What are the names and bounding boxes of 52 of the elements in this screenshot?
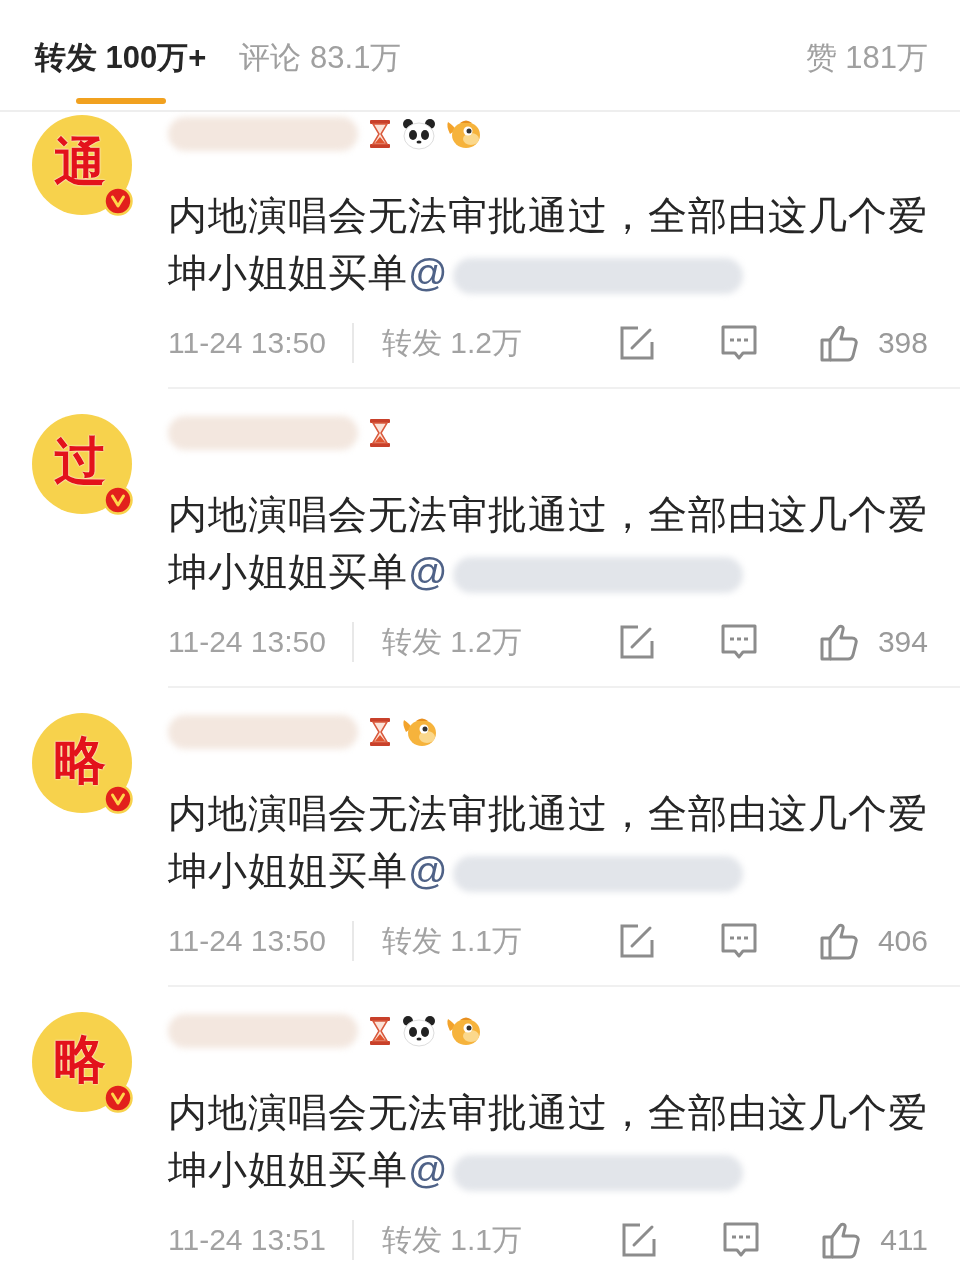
comment-icon[interactable]: [719, 623, 758, 661]
comment-text: 内地演唱会无法审批通过，全部由这几个爱坤小姐姐买单@: [168, 792, 928, 892]
mention-link[interactable]: @: [408, 1148, 449, 1191]
repost-count: 转发 1.1万: [381, 1221, 522, 1258]
hourglass-icon: [368, 120, 392, 148]
tab[interactable]: 转发 100万+: [35, 0, 207, 104]
panda-icon: [402, 1015, 436, 1047]
repost-count: 转发 1.2万: [381, 623, 522, 660]
tab[interactable]: 赞 181万: [805, 0, 928, 104]
avatar-text: 通: [54, 136, 106, 188]
post-time: 11-24 13:50: [168, 625, 326, 659]
fish-icon: [446, 118, 482, 150]
panda-icon: [402, 118, 436, 150]
avatar[interactable]: 略: [32, 1012, 132, 1112]
repost-count: 转发 1.1万: [381, 922, 522, 959]
thumbs-up-icon[interactable]: [818, 323, 859, 363]
hourglass-icon: [368, 419, 392, 447]
comment-text: 内地演唱会无法审批通过，全部由这几个爱坤小姐姐买单@: [168, 1091, 928, 1191]
tab[interactable]: 评论 83.1万: [239, 0, 402, 104]
hourglass-icon: [368, 1017, 392, 1045]
comment-text: 内地演唱会无法审批通过，全部由这几个爱坤小姐姐买单@: [168, 194, 928, 294]
avatar-text: 略: [54, 1033, 106, 1085]
post-time: 11-24 13:50: [168, 924, 326, 958]
like-count: 394: [877, 625, 928, 659]
share-icon[interactable]: [618, 923, 655, 959]
thumbs-up-icon[interactable]: [818, 921, 859, 961]
avatar-text: 略: [54, 734, 106, 786]
mention-link[interactable]: @: [408, 251, 449, 294]
comment-icon[interactable]: [719, 922, 758, 960]
like-count: 398: [877, 326, 928, 360]
like-count: 411: [880, 1223, 928, 1257]
post-time: 11-24 13:50: [168, 326, 326, 360]
fish-icon: [446, 1015, 482, 1047]
share-icon[interactable]: [618, 325, 655, 361]
repost-count: 转发 1.2万: [381, 324, 522, 361]
like-count: 406: [877, 924, 928, 958]
share-icon[interactable]: [618, 624, 655, 660]
comment-icon[interactable]: [722, 1221, 761, 1259]
avatar[interactable]: 过: [32, 414, 132, 514]
thumbs-up-icon[interactable]: [821, 1220, 862, 1260]
post-time: 11-24 13:51: [168, 1223, 326, 1257]
mention-link[interactable]: @: [408, 849, 449, 892]
share-icon[interactable]: [621, 1222, 658, 1258]
comment-text: 内地演唱会无法审批通过，全部由这几个爱坤小姐姐买单@: [168, 493, 928, 593]
avatar[interactable]: 略: [32, 713, 132, 813]
thumbs-up-icon[interactable]: [818, 622, 859, 662]
avatar[interactable]: 通: [32, 115, 132, 215]
comment-icon[interactable]: [719, 324, 758, 362]
fish-icon: [402, 716, 438, 748]
mention-link[interactable]: @: [408, 550, 449, 593]
hourglass-icon: [368, 718, 392, 746]
avatar-text: 过: [54, 435, 106, 487]
